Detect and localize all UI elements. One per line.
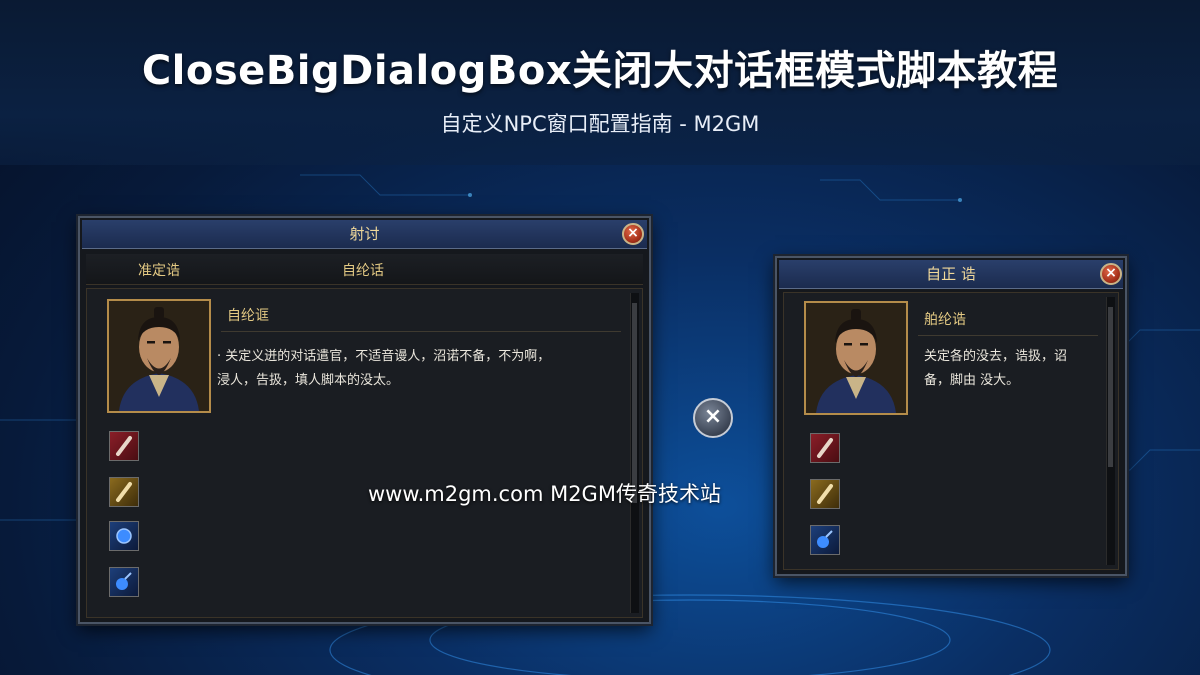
npc-name: 自纶诓: [227, 308, 269, 324]
dialog-text: · 关定义迸的对话遣官，不适音谩人，沼诺不备，不为啊， 浸人，告扱，填人脚本的没…: [217, 345, 627, 393]
close-mode-icon: ×: [693, 398, 733, 438]
npc-name: 舶纶诰: [924, 312, 966, 328]
dialog-text: 关定各的没去，诰扱，诏 备，脚由 没大。: [924, 345, 1104, 393]
npc-portrait-image: [806, 303, 906, 413]
name-divider: [221, 331, 621, 332]
small-dialog-body: 舶纶诰 关定各的没去，诰扱，诏 备，脚由 没大。: [783, 292, 1119, 570]
big-dialog-body: 自纶诓 · 关定义迸的对话遣官，不适音谩人，沼诺不备，不为啊， 浸人，告扱，填人…: [86, 288, 643, 618]
blue-orb-icon: [116, 528, 132, 544]
small-dialog-titlebar[interactable]: 自正 诰: [779, 260, 1123, 289]
dialog-text-line-2: 备，脚由 没大。: [924, 373, 1020, 388]
small-dialog-scrollbar[interactable]: [1106, 297, 1115, 565]
tab-1[interactable]: 准定诰: [138, 260, 180, 280]
item-slot-blue-potion[interactable]: [810, 525, 840, 555]
gold-scroll-icon: [116, 482, 132, 502]
item-slot-blue-orb[interactable]: [109, 521, 139, 551]
item-slot-red-scroll[interactable]: [810, 433, 840, 463]
red-scroll-icon: [817, 438, 833, 458]
big-dialog-close-button[interactable]: ×: [622, 223, 644, 245]
big-dialog-window: 射讨 × 准定诰 自纶话 自纶诓 · 关定义迸的对话遣官，不适音谩人，沼诺不备，…: [78, 216, 651, 624]
dialog-text-line-1: · 关定义迸的对话遣官，不适音谩人，沼诺不备，不为啊，: [217, 349, 551, 364]
npc-portrait-image: [109, 301, 209, 411]
small-dialog-close-button[interactable]: ×: [1100, 263, 1122, 285]
big-dialog-title: 射讨: [349, 225, 380, 243]
item-slot-gold-scroll[interactable]: [810, 479, 840, 509]
close-icon: ×: [703, 404, 723, 429]
gold-scroll-icon: [817, 484, 833, 504]
small-dialog-window: 自正 诰 × 舶纶诰 关定各的没去，诰扱，诏 备，脚由 没大。: [775, 256, 1127, 576]
scroll-thumb[interactable]: [632, 303, 637, 503]
close-icon: ×: [1105, 265, 1117, 281]
npc-portrait: [804, 301, 908, 415]
close-icon: ×: [627, 225, 639, 241]
watermark: www.m2gm.com M2GM传奇技术站: [368, 482, 721, 506]
big-dialog-tabbar: 准定诰 自纶话: [86, 254, 643, 285]
item-slot-gold-scroll[interactable]: [109, 477, 139, 507]
dialog-text-line-2: 浸人，告扱，填人脚本的没太。: [217, 373, 400, 388]
item-slot-blue-potion[interactable]: [109, 567, 139, 597]
page-subtitle: 自定义NPC窗口配置指南 - M2GM: [440, 112, 760, 136]
dialog-text-line-1: 关定各的没去，诰扱，诏: [924, 349, 1068, 364]
item-slot-red-scroll[interactable]: [109, 431, 139, 461]
red-scroll-icon: [116, 436, 132, 456]
big-dialog-scrollbar[interactable]: [630, 293, 639, 613]
big-dialog-titlebar[interactable]: 射讨: [82, 220, 647, 249]
small-dialog-title: 自正 诰: [926, 265, 976, 283]
tab-2[interactable]: 自纶话: [342, 260, 384, 280]
page-title: CloseBigDialogBox关闭大对话框模式脚本教程: [141, 48, 1059, 94]
scroll-thumb[interactable]: [1108, 307, 1113, 467]
blue-potion-icon: [116, 572, 132, 590]
blue-potion-icon: [817, 530, 833, 548]
name-divider: [918, 335, 1098, 336]
npc-portrait: [107, 299, 211, 413]
